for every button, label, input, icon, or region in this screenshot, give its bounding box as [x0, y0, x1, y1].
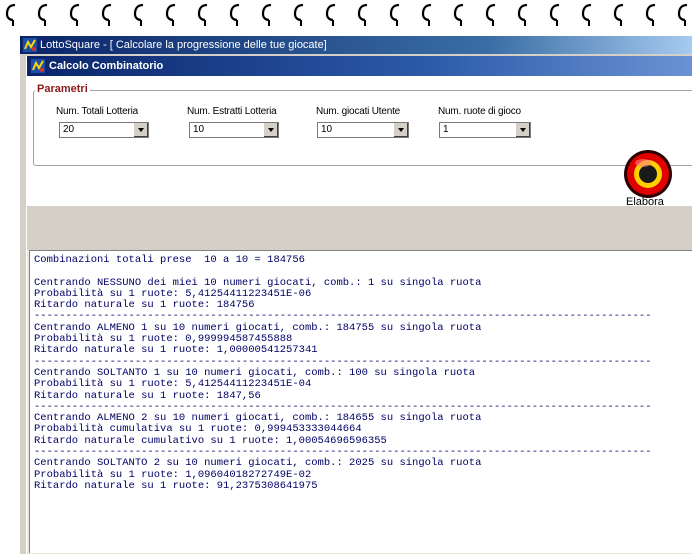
select-num-giocati-utente[interactable]: 10	[317, 122, 409, 138]
spiral-ring-icon	[485, 3, 496, 26]
dropdown-arrow-icon[interactable]	[263, 123, 278, 137]
label-num-ruote-di-gioco: Num. ruote di gioco	[438, 106, 521, 117]
results-text: Combinazioni totali prese 10 a 10 = 1847…	[34, 254, 652, 492]
spiral-ring-icon	[389, 3, 400, 26]
main-window-title: LottoSquare - [ Calcolare la progression…	[40, 39, 327, 51]
spiral-ring-icon	[421, 3, 432, 26]
child-window-title: Calcolo Combinatorio	[49, 60, 164, 72]
output-line: Ritardo naturale su 1 ruote: 91,23753086…	[34, 479, 318, 492]
parameters-panel: Parametri Num. Totali Lotteria 20 Num. E…	[27, 76, 692, 208]
spiral-ring-icon	[229, 3, 240, 26]
spiral-ring-icon	[645, 3, 656, 26]
output-line: Combinazioni totali prese 10 a 10 = 1847…	[34, 254, 305, 266]
child-app-icon	[31, 59, 45, 73]
main-window-titlebar[interactable]: LottoSquare - [ Calcolare la progression…	[20, 36, 692, 54]
notebook-binding	[0, 0, 692, 34]
select-num-estratti-lotteria[interactable]: 10	[189, 122, 279, 138]
spiral-ring-icon	[613, 3, 624, 26]
spiral-ring-icon	[37, 3, 48, 26]
spiral-ring-icon	[517, 3, 528, 26]
child-window-titlebar[interactable]: Calcolo Combinatorio	[27, 56, 692, 76]
elabora-button-icon[interactable]	[623, 149, 673, 199]
separator-strip	[27, 206, 692, 250]
results-output[interactable]: Combinazioni totali prese 10 a 10 = 1847…	[29, 250, 692, 553]
spiral-ring-icon	[293, 3, 304, 26]
output-line: Ritardo naturale su 1 ruote: 1,000005412…	[34, 344, 318, 357]
select-value: 20	[63, 124, 75, 135]
label-num-estratti-lotteria: Num. Estratti Lotteria	[187, 106, 277, 117]
spiral-ring-icon	[261, 3, 272, 26]
spiral-ring-icon	[69, 3, 80, 26]
dropdown-arrow-icon[interactable]	[393, 123, 408, 137]
spiral-ring-icon	[133, 3, 144, 26]
spiral-ring-icon	[165, 3, 176, 26]
select-num-ruote-di-gioco[interactable]: 1	[439, 122, 531, 138]
parametri-legend: Parametri	[35, 83, 90, 95]
spiral-ring-icon	[357, 3, 368, 26]
spiral-ring-icon	[197, 3, 208, 26]
output-line: Probabilità su 1 ruote: 5,41254411223451…	[34, 378, 312, 391]
dropdown-arrow-icon[interactable]	[515, 123, 530, 137]
spiral-ring-icon	[549, 3, 560, 26]
spiral-ring-icon	[5, 3, 16, 26]
select-value: 10	[321, 124, 333, 135]
label-num-giocati-utente: Num. giocati Utente	[316, 106, 401, 117]
spiral-ring-icon	[581, 3, 592, 26]
select-value: 10	[193, 124, 205, 135]
output-line: Centrando SOLTANTO 2 su 10 numeri giocat…	[34, 457, 482, 470]
spiral-ring-icon	[677, 3, 688, 26]
select-value: 1	[443, 124, 449, 135]
label-num-totali-lotteria: Num. Totali Lotteria	[56, 106, 138, 117]
spiral-ring-icon	[453, 3, 464, 26]
spiral-ring-icon	[325, 3, 336, 26]
dropdown-arrow-icon[interactable]	[133, 123, 148, 137]
spiral-ring-icon	[101, 3, 112, 26]
main-window: LottoSquare - [ Calcolare la progression…	[20, 36, 692, 554]
select-num-totali-lotteria[interactable]: 20	[59, 122, 149, 138]
calcolo-combinatorio-window: Calcolo Combinatorio Parametri Num. Tota…	[26, 56, 692, 554]
app-icon	[23, 38, 37, 52]
